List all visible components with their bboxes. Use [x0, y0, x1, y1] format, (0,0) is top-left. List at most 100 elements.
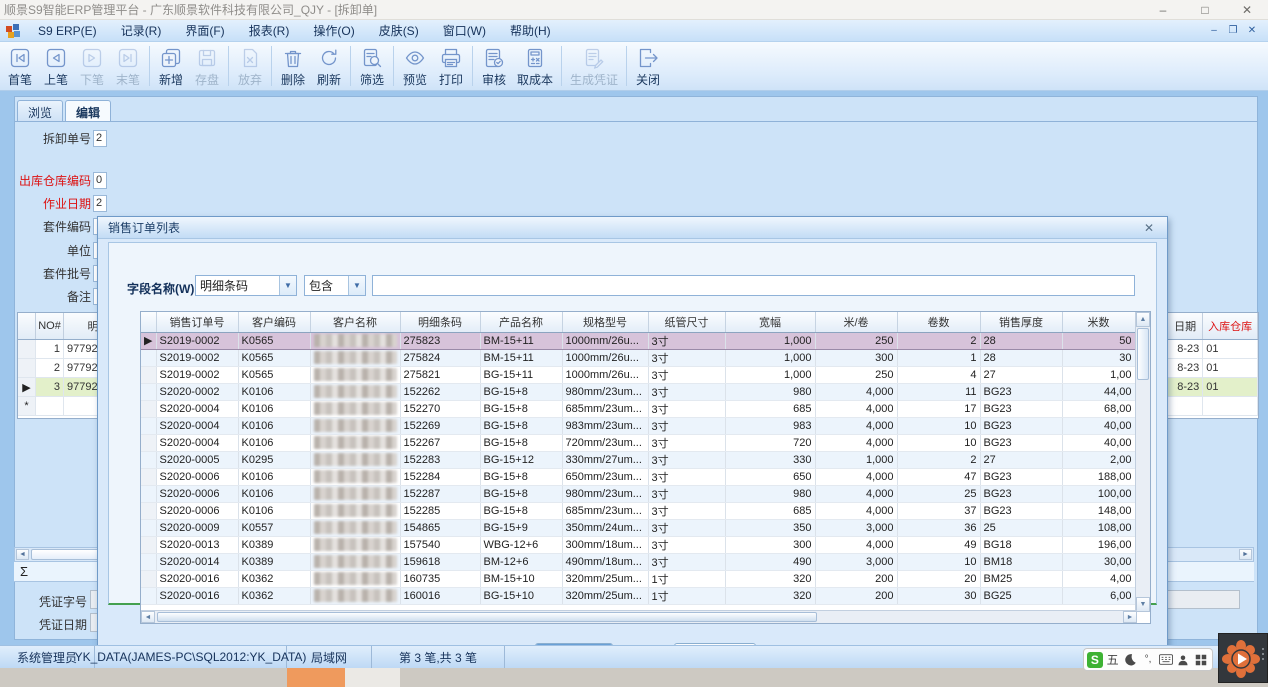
dialog-title-bar[interactable]: 销售订单列表 ✕ — [98, 217, 1167, 239]
moon-icon[interactable] — [1122, 652, 1138, 668]
grid-row-3[interactable]: S2020-0002K0106152262BG-15+8980mm/23um..… — [141, 383, 1135, 400]
taskbar-app-orange[interactable] — [287, 668, 345, 687]
grid-row-10[interactable]: S2020-0006K0106152285BG-15+8685mm/23um..… — [141, 502, 1135, 519]
column-header[interactable]: 入库仓库 — [1203, 313, 1258, 339]
menu-item-6[interactable]: 窗口(W) — [431, 21, 498, 41]
field-input[interactable]: 2 — [93, 130, 107, 147]
grid-row-15[interactable]: S2020-0016K0362160016BG-15+10320mm/25um.… — [141, 587, 1135, 604]
column-header-规格型号[interactable]: 规格型号 — [562, 312, 648, 332]
grid-row-7[interactable]: S2020-0005K0295152283BG-15+12330mm/27um.… — [141, 451, 1135, 468]
filter-text-input[interactable] — [372, 275, 1135, 296]
scroll-thumb[interactable] — [1137, 328, 1149, 380]
scroll-up-icon[interactable]: ▲ — [1136, 312, 1150, 327]
column-header-宽幅[interactable]: 宽幅 — [725, 312, 815, 332]
scroll-thumb[interactable] — [157, 612, 817, 622]
scroll-right-icon[interactable]: ► — [1239, 549, 1252, 560]
grid-row-0[interactable]: ▶S2019-0002K0565275823BM-15+111000mm/26u… — [141, 332, 1135, 349]
mdi-close-icon[interactable]: ✕ — [1244, 24, 1260, 38]
detail-row[interactable]: 8-2301 — [1168, 378, 1258, 397]
column-header-明细条码[interactable]: 明细条码 — [400, 312, 480, 332]
grid-icon[interactable] — [1193, 652, 1209, 668]
detail-row[interactable]: 8-2301 — [1168, 340, 1258, 359]
toolbar-button-关闭[interactable]: 关闭 — [630, 42, 666, 90]
tab-编辑[interactable]: 编辑 — [65, 100, 111, 121]
menu-item-7[interactable]: 帮助(H) — [498, 21, 563, 41]
wubi-icon[interactable]: 五 — [1105, 652, 1121, 668]
sales-order-grid[interactable]: 销售订单号客户编码客户名称明细条码产品名称规格型号纸管尺寸宽幅米/卷卷数销售厚度… — [140, 311, 1151, 624]
cell: 275821 — [400, 366, 480, 383]
grid-row-6[interactable]: S2020-0004K0106152267BG-15+8720mm/23um..… — [141, 434, 1135, 451]
punctuation-icon[interactable]: °, — [1140, 652, 1156, 668]
cell: 3寸 — [648, 519, 725, 536]
dialog-close-icon[interactable]: ✕ — [1141, 221, 1157, 235]
column-header-卷数[interactable]: 卷数 — [897, 312, 980, 332]
toolbar-button-上笔[interactable]: 上笔 — [38, 42, 74, 90]
menu-item-2[interactable]: 界面(F) — [173, 21, 236, 41]
detail-row[interactable] — [1168, 397, 1258, 416]
toolbar-button-打印[interactable]: 打印 — [433, 42, 469, 90]
tile-menu-dots[interactable] — [1262, 648, 1264, 660]
maximize-icon[interactable]: □ — [1184, 0, 1226, 19]
field-input[interactable]: 0 — [93, 172, 107, 189]
grid-row-9[interactable]: S2020-0006K0106152287BG-15+8980mm/23um..… — [141, 485, 1135, 502]
toolbar-button-刷新[interactable]: 刷新 — [311, 42, 347, 90]
scroll-right-icon[interactable]: ► — [1123, 611, 1137, 623]
toolbar-button-首笔[interactable]: 首笔 — [2, 42, 38, 90]
scroll-down-icon[interactable]: ▼ — [1136, 597, 1150, 612]
tab-浏览[interactable]: 浏览 — [17, 100, 63, 121]
column-header-销售厚度[interactable]: 销售厚度 — [980, 312, 1062, 332]
toolbar-button-预览[interactable]: 预览 — [397, 42, 433, 90]
grid-row-4[interactable]: S2020-0004K0106152270BG-15+8685mm/23um..… — [141, 400, 1135, 417]
taskbar-app-light[interactable] — [345, 668, 400, 687]
column-header[interactable] — [18, 313, 36, 339]
grid-row-13[interactable]: S2020-0014K0389159618BM-12+6490mm/18um..… — [141, 553, 1135, 570]
mdi-restore-icon[interactable]: ❐ — [1225, 24, 1241, 38]
menu-item-1[interactable]: 记录(R) — [109, 21, 174, 41]
minimize-icon[interactable]: – — [1142, 0, 1184, 19]
scroll-left-icon[interactable]: ◄ — [16, 549, 29, 560]
menu-item-3[interactable]: 报表(R) — [237, 21, 302, 41]
person-icon[interactable] — [1176, 652, 1192, 668]
column-header-客户编码[interactable]: 客户编码 — [238, 312, 310, 332]
column-header-客户名称[interactable]: 客户名称 — [310, 312, 400, 332]
sogou-icon[interactable]: S — [1087, 652, 1103, 668]
chevron-down-icon[interactable]: ▼ — [279, 276, 296, 295]
grid-vertical-scrollbar[interactable]: ▲ ▼ — [1135, 312, 1150, 612]
toolbar-button-删除[interactable]: 删除 — [275, 42, 311, 90]
column-header[interactable]: NO# — [36, 313, 64, 339]
toolbar-button-筛选[interactable]: 筛选 — [354, 42, 390, 90]
column-header[interactable]: 日期 — [1168, 313, 1203, 339]
grid-row-1[interactable]: S2019-0002K0565275824BM-15+111000mm/26u.… — [141, 349, 1135, 366]
filter-operator-combo[interactable]: 包含 ▼ — [304, 275, 366, 296]
grid-row-5[interactable]: S2020-0004K0106152269BG-15+8983mm/23um..… — [141, 417, 1135, 434]
detail-row[interactable]: 8-2301 — [1168, 359, 1258, 378]
mdi-minimize-icon[interactable]: – — [1206, 24, 1222, 38]
keyboard-icon[interactable] — [1158, 652, 1174, 668]
toolbar-button-新增[interactable]: 新增 — [153, 42, 189, 90]
column-header-米/卷[interactable]: 米/卷 — [815, 312, 897, 332]
chevron-down-icon[interactable]: ▼ — [348, 276, 365, 295]
menu-item-4[interactable]: 操作(O) — [301, 21, 366, 41]
redacted-customer-name — [314, 589, 397, 602]
toolbar-button-审核[interactable]: 审核 — [476, 42, 512, 90]
grid-row-8[interactable]: S2020-0006K0106152284BG-15+8650mm/23um..… — [141, 468, 1135, 485]
column-header-产品名称[interactable]: 产品名称 — [480, 312, 562, 332]
grid-row-12[interactable]: S2020-0013K0389157540WBG-12+6300mm/18um.… — [141, 536, 1135, 553]
detail-grid-right[interactable]: 日期入库仓库8-23018-23018-2301 — [1167, 312, 1259, 419]
menu-item-0[interactable]: S9 ERP(E) — [26, 21, 109, 41]
grid-row-11[interactable]: S2020-0009K0557154865BG-15+9350mm/24um..… — [141, 519, 1135, 536]
cell: 300mm/18um... — [562, 536, 648, 553]
grid-row-14[interactable]: S2020-0016K0362160735BM-15+10320mm/25um.… — [141, 570, 1135, 587]
filter-field-combo[interactable]: 明细条码 ▼ — [195, 275, 297, 296]
grid-horizontal-scrollbar[interactable]: ◄ ► — [141, 610, 1137, 623]
column-header-销售订单号[interactable]: 销售订单号 — [156, 312, 238, 332]
grid-row-2[interactable]: S2019-0002K0565275821BG-15+111000mm/26u.… — [141, 366, 1135, 383]
column-header-米数[interactable]: 米数 — [1062, 312, 1135, 332]
scroll-left-icon[interactable]: ◄ — [141, 611, 155, 623]
toolbar-button-取成本[interactable]: 取成本 — [512, 42, 558, 90]
corner-app-tile[interactable] — [1218, 633, 1268, 683]
menu-item-5[interactable]: 皮肤(S) — [367, 21, 431, 41]
column-header-纸管尺寸[interactable]: 纸管尺寸 — [648, 312, 725, 332]
field-input[interactable]: 2 — [93, 195, 107, 212]
close-icon[interactable]: ✕ — [1226, 0, 1268, 19]
